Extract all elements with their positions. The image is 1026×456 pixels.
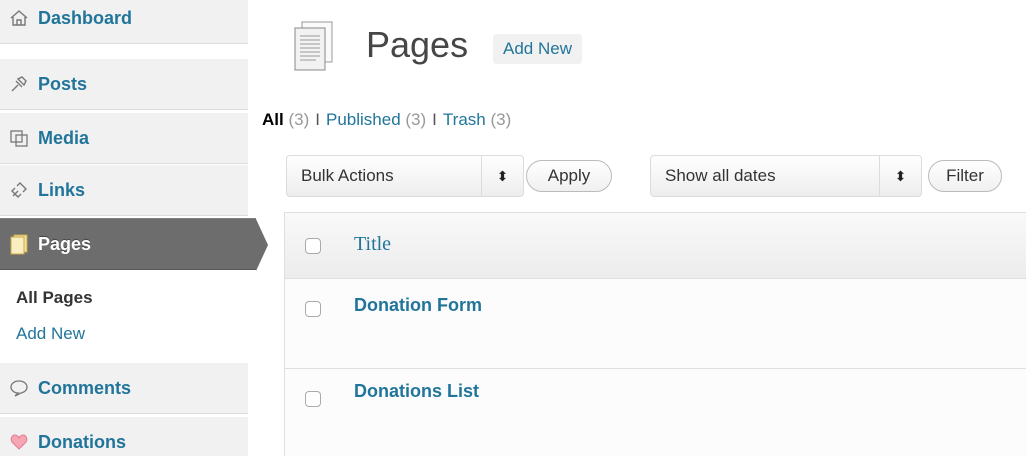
apply-button[interactable]: Apply [526,160,612,192]
home-icon [8,7,30,29]
filter-separator: I [315,110,320,129]
filter-button[interactable]: Filter [928,160,1002,192]
sidebar-item-pages[interactable]: Pages [0,218,268,271]
sidebar-item-label: Dashboard [38,7,133,28]
pages-header-icon [292,20,334,72]
row-title-link[interactable]: Donations List [354,381,479,402]
sidebar-item-label: Links [38,179,86,200]
submenu-add-new[interactable]: Add New [16,324,85,344]
add-new-button[interactable]: Add New [493,34,582,64]
admin-sidebar: Dashboard Posts Media Links Pages All Pa… [0,0,268,456]
heart-icon [8,431,30,453]
table-row: Donation Form [285,279,1026,369]
sidebar-item-label: Pages [38,233,92,254]
bulk-actions-value: Bulk Actions [301,166,394,185]
pages-icon [8,233,30,255]
filter-published[interactable]: Published (3) [326,110,426,129]
select-arrows-icon: ⬍ [879,156,921,196]
table-header: Title [285,213,1026,279]
sidebar-item-media[interactable]: Media [0,112,248,164]
submenu-all-pages[interactable]: All Pages [16,288,93,308]
page-title: Pages [366,24,469,65]
sidebar-item-posts[interactable]: Posts [0,58,248,110]
sidebar-item-dashboard[interactable]: Dashboard [0,0,248,44]
select-arrows-icon: ⬍ [481,156,523,196]
pin-icon [8,73,30,95]
sidebar-item-label: Comments [38,377,132,398]
dates-select[interactable]: Show all dates ⬍ [650,155,922,197]
row-title-link[interactable]: Donation Form [354,295,482,316]
bulk-actions-select[interactable]: Bulk Actions ⬍ [286,155,524,197]
comment-icon [8,377,30,399]
link-icon [8,179,30,201]
dates-value: Show all dates [665,166,776,185]
select-all-checkbox[interactable] [305,238,321,254]
filter-all[interactable]: All (3) [262,110,309,129]
filter-separator: I [432,110,437,129]
filter-trash[interactable]: Trash (3) [443,110,511,129]
sidebar-item-comments[interactable]: Comments [0,362,248,414]
sidebar-item-label: Media [38,127,90,148]
status-filter-links: All (3) I Published (3) I Trash (3) [262,110,511,130]
main-content: Pages Add New All (3) I Published (3) I Tras… [262,0,1026,456]
pages-table: Title Donation Form Donations List [284,212,1026,456]
sidebar-item-label: Posts [38,73,88,94]
sidebar-item-links[interactable]: Links [0,164,248,216]
row-checkbox[interactable] [305,301,321,317]
column-title-header[interactable]: Title [354,233,391,256]
table-row: Donations List [285,369,1026,456]
media-icon [8,127,30,149]
sidebar-item-label: Donations [38,431,126,452]
sidebar-item-donations[interactable]: Donations [0,416,248,456]
pages-submenu: All Pages Add New [0,278,248,362]
row-checkbox[interactable] [305,391,321,407]
